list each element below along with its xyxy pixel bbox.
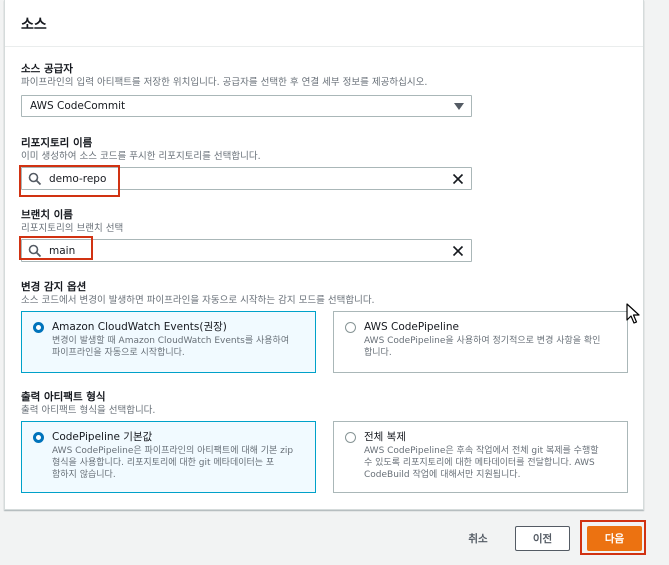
- source-provider-label: 소스 공급자: [21, 63, 73, 75]
- panel-header: 소스: [5, 0, 643, 47]
- next-button[interactable]: 다음: [587, 526, 642, 551]
- repository-input[interactable]: demo-repo: [21, 167, 472, 190]
- panel-title: 소스: [21, 17, 47, 33]
- option-title: AWS CodePipeline: [364, 321, 459, 333]
- option-title: Amazon CloudWatch Events(권장): [52, 321, 227, 333]
- previous-button[interactable]: 이전: [515, 526, 570, 551]
- branch-label: 브랜치 이름: [21, 209, 73, 221]
- option-description: AWS CodePipeline은 후속 작업에서 전체 git 복제를 수행할…: [364, 446, 599, 480]
- source-provider-select[interactable]: AWS CodeCommit: [21, 95, 472, 117]
- option-codepipeline-polling[interactable]: AWS CodePipeline AWS CodePipeline을 사용하여 …: [333, 311, 628, 373]
- mouse-cursor-icon: [626, 303, 640, 324]
- option-title: 전체 복제: [364, 431, 406, 443]
- option-title: CodePipeline 기본값: [52, 431, 153, 443]
- radio-cloudwatch-events[interactable]: [33, 322, 44, 333]
- option-cloudwatch-events[interactable]: Amazon CloudWatch Events(권장) 변경이 발생할 때 A…: [21, 311, 316, 373]
- radio-codepipeline-polling[interactable]: [345, 322, 356, 333]
- output-format-description: 출력 아티팩트 형식을 선택합니다.: [21, 405, 156, 416]
- search-icon: [28, 172, 42, 186]
- source-provider-description: 파이프라인의 입력 아티팩트를 저장한 위치입니다. 공급자를 선택한 후 연결…: [21, 77, 428, 88]
- repository-description: 이미 생성하여 소스 코드를 푸시한 리포지토리를 선택합니다.: [21, 151, 261, 162]
- repository-section: 리포지토리 이름 이미 생성하여 소스 코드를 푸시한 리포지토리를 선택합니다…: [21, 136, 261, 163]
- radio-codepipeline-default[interactable]: [33, 432, 44, 443]
- branch-description: 리포지토리의 브랜치 선택: [21, 223, 124, 234]
- clear-icon[interactable]: [452, 173, 464, 185]
- source-provider-section: 소스 공급자 파이프라인의 입력 아티팩트를 저장한 위치입니다. 공급자를 선…: [21, 62, 427, 89]
- branch-input[interactable]: main: [21, 239, 472, 262]
- option-description: 변경이 발생할 때 Amazon CloudWatch Events를 사용하여…: [52, 336, 290, 358]
- clear-icon[interactable]: [452, 245, 464, 257]
- source-provider-selected: AWS CodeCommit: [30, 100, 126, 112]
- cancel-button[interactable]: 취소: [458, 526, 498, 551]
- change-detection-section: 변경 감지 옵션 소스 코드에서 변경이 발생하면 파이프라인을 자동으로 시작…: [21, 280, 375, 307]
- output-format-section: 출력 아티팩트 형식 출력 아티팩트 형식을 선택합니다.: [21, 390, 155, 417]
- change-detection-label: 변경 감지 옵션: [21, 281, 87, 293]
- radio-full-clone[interactable]: [345, 432, 356, 443]
- output-format-label: 출력 아티팩트 형식: [21, 391, 106, 403]
- repository-label: 리포지토리 이름: [21, 137, 93, 149]
- option-codepipeline-default[interactable]: CodePipeline 기본값 AWS CodePipeline은 파이프라인…: [21, 421, 316, 493]
- option-description: AWS CodePipeline을 사용하여 정기적으로 변경 사항을 확인 합…: [364, 336, 601, 358]
- caret-down-icon: [454, 103, 464, 110]
- source-panel: 소스 소스 공급자 파이프라인의 입력 아티팩트를 저장한 위치입니다. 공급자…: [4, 0, 644, 510]
- branch-section: 브랜치 이름 리포지토리의 브랜치 선택: [21, 208, 123, 235]
- option-description: AWS CodePipeline은 파이프라인의 아티팩트에 대해 기본 zip…: [52, 446, 294, 480]
- option-full-clone[interactable]: 전체 복제 AWS CodePipeline은 후속 작업에서 전체 git 복…: [333, 421, 628, 493]
- change-detection-description: 소스 코드에서 변경이 발생하면 파이프라인을 자동으로 시작하는 감지 모드를…: [21, 295, 375, 306]
- repository-value: demo-repo: [49, 173, 107, 185]
- branch-value: main: [49, 245, 76, 257]
- search-icon: [28, 244, 42, 258]
